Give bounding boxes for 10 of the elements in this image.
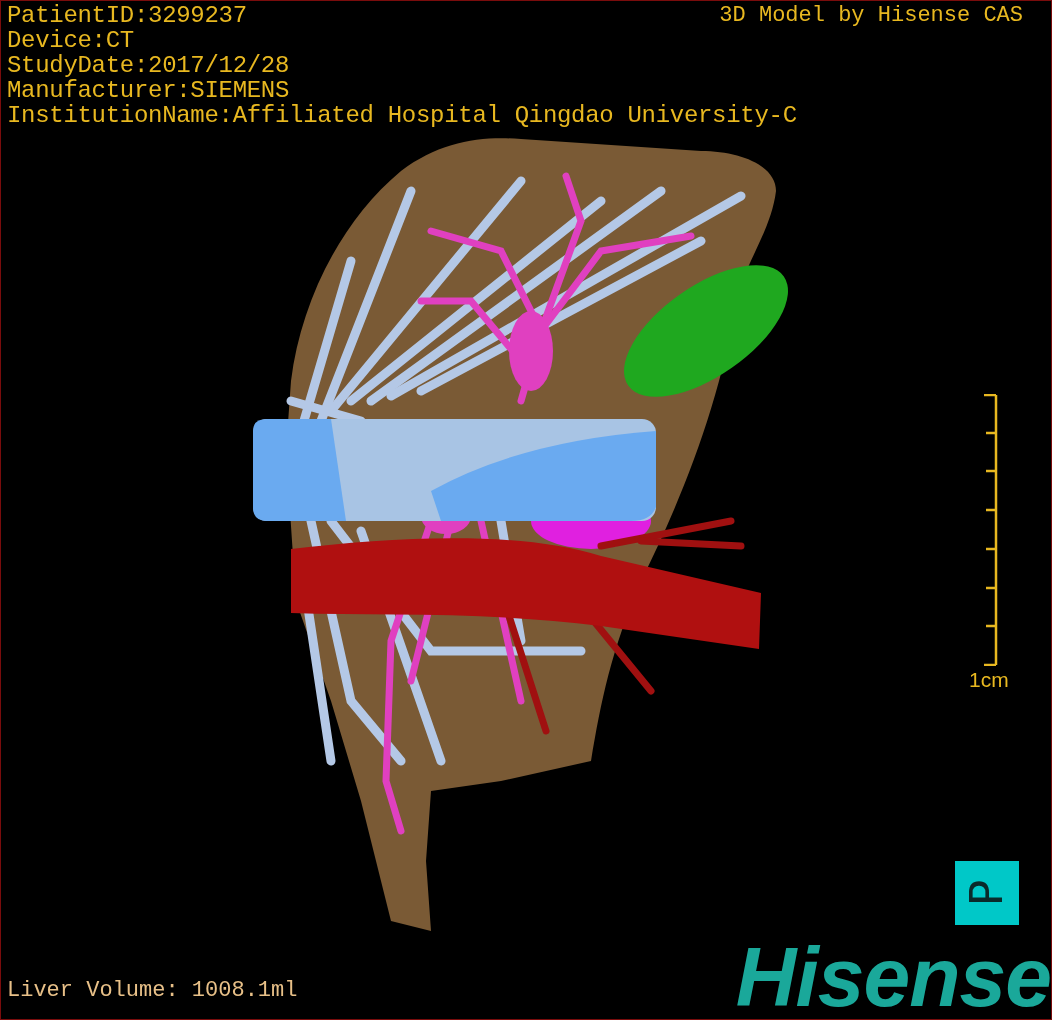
liver-volume: Liver Volume: 1008.1ml <box>7 978 298 1003</box>
patient-info-line: PatientID:3299237 <box>7 3 247 28</box>
patient-info-line: Device:CT <box>7 28 134 53</box>
orientation-marker: P <box>955 861 1019 925</box>
patient-info-line: InstitutionName:Affiliated Hospital Qingdao University-C <box>7 103 797 128</box>
patient-info-line: StudyDate:2017/12/28 <box>7 53 290 78</box>
logo: Hisense <box>735 937 1051 1017</box>
model-caption: 3D Model by Hisense CAS <box>719 3 1023 28</box>
patient-info-line: Manufacturer:SIEMENS <box>7 78 290 103</box>
scale-label: 1cm <box>969 668 1009 692</box>
